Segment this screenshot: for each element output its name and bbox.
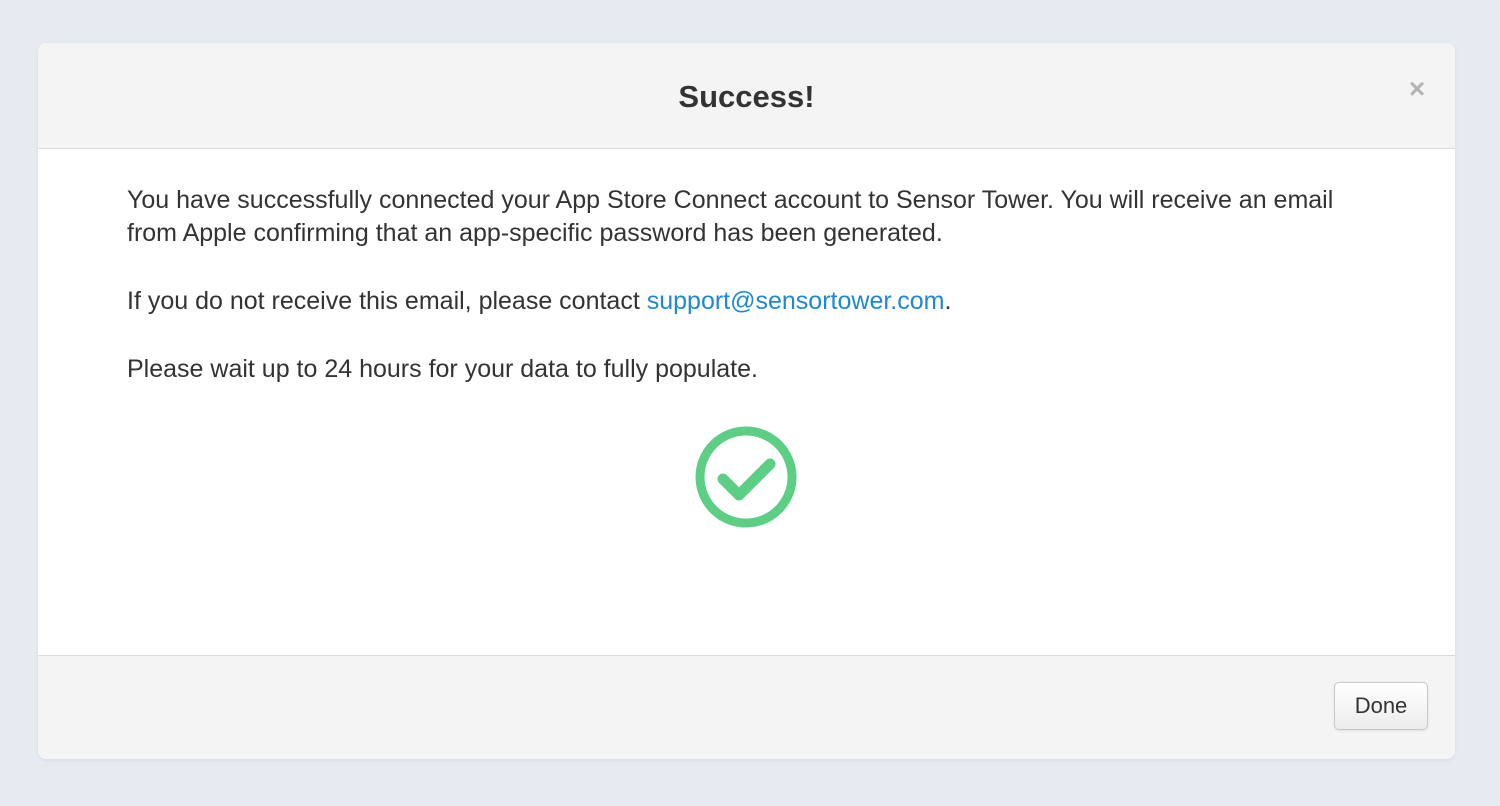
dialog-footer: Done <box>38 655 1455 759</box>
confirmation-message: You have successfully connected your App… <box>127 186 1334 247</box>
close-icon[interactable]: × <box>1403 75 1431 103</box>
support-message-text: If you do not receive this email, please… <box>127 287 647 315</box>
wait-message: Please wait up to 24 hours for your data… <box>127 355 758 383</box>
done-button[interactable]: Done <box>1334 682 1428 730</box>
check-circle-icon <box>694 425 798 529</box>
support-email-link[interactable]: support@sensortower.com <box>647 287 945 315</box>
support-message: If you do not receive this email, please… <box>127 285 1367 318</box>
support-message-period: . <box>944 287 952 315</box>
dialog-header: Success! × <box>38 43 1455 149</box>
dialog-title: Success! <box>678 79 815 114</box>
success-dialog: Success! × You have successfully connect… <box>38 43 1455 759</box>
